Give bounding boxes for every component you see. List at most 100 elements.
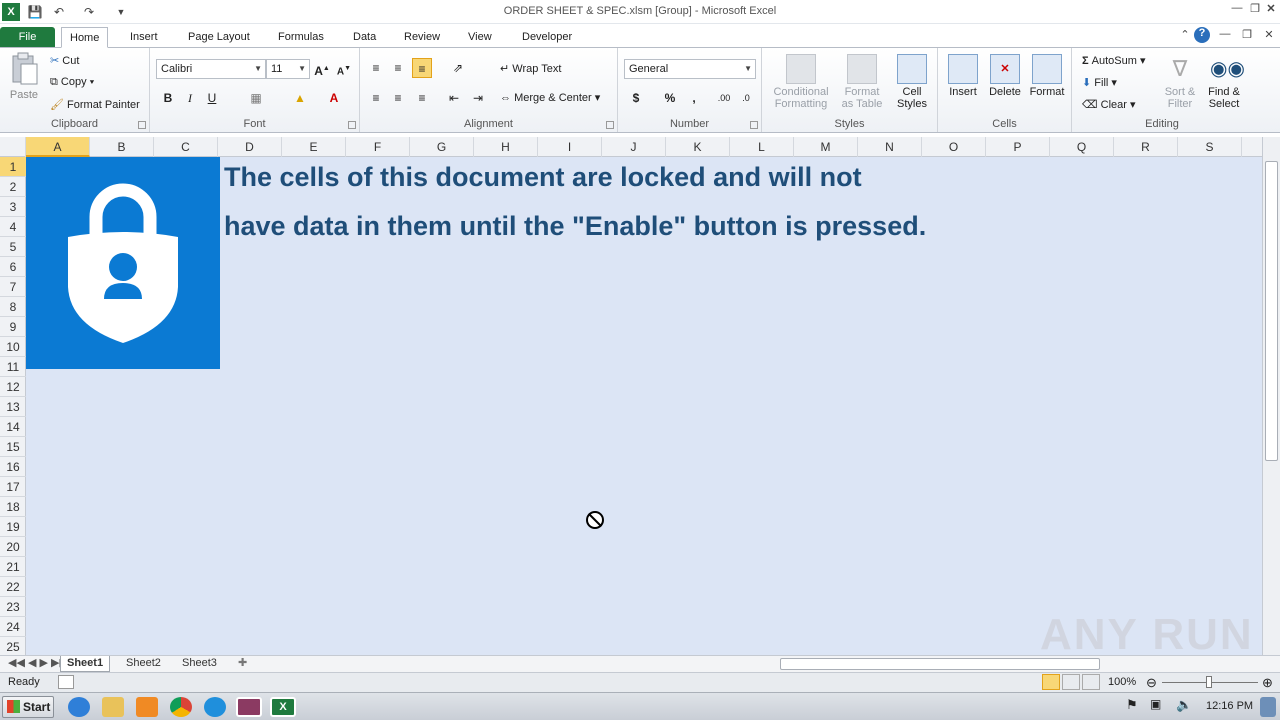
row-header[interactable]: 18 <box>0 497 26 517</box>
row-header[interactable]: 24 <box>0 617 26 637</box>
row-header[interactable]: 3 <box>0 197 26 217</box>
format-as-table-button[interactable]: Format as Table <box>836 52 888 110</box>
column-header[interactable]: N <box>858 137 922 157</box>
tab-review[interactable]: Review <box>396 27 448 48</box>
zoom-out-icon[interactable]: ⊖ <box>1146 675 1157 691</box>
row-header[interactable]: 14 <box>0 417 26 437</box>
sort-filter-button[interactable]: ∇ Sort & Filter <box>1160 52 1200 110</box>
insert-cells-button[interactable]: Insert <box>942 52 984 98</box>
row-header[interactable]: 12 <box>0 377 26 397</box>
merge-center-button[interactable]: ⇔ Merge & Center ▾ <box>500 91 600 104</box>
column-header[interactable]: L <box>730 137 794 157</box>
collapse-ribbon-icon[interactable]: ⌃ <box>1176 28 1194 44</box>
flag-icon[interactable]: ⚑ <box>1126 697 1142 717</box>
paste-button[interactable]: Paste <box>6 52 42 101</box>
tab-developer[interactable]: Developer <box>514 27 580 48</box>
edge-icon[interactable] <box>204 697 226 717</box>
format-painter-button[interactable]: 🖌 Format Painter <box>50 98 140 111</box>
sheet-tab-3[interactable]: Sheet3 <box>176 656 223 672</box>
align-right-icon[interactable]: ≡ <box>412 88 432 108</box>
row-header[interactable]: 4 <box>0 217 26 237</box>
clock[interactable]: 12:16 PM <box>1206 700 1253 712</box>
workbook-minimize-button[interactable]: — <box>1216 28 1234 44</box>
column-header[interactable]: P <box>986 137 1050 157</box>
minimize-button[interactable]: — <box>1228 2 1246 18</box>
align-center-icon[interactable]: ≡ <box>388 88 408 108</box>
column-header[interactable]: G <box>410 137 474 157</box>
column-header[interactable]: M <box>794 137 858 157</box>
font-family-select[interactable]: Calibri ▼ <box>156 59 266 79</box>
row-header[interactable]: 7 <box>0 277 26 297</box>
font-size-select[interactable]: 11 ▼ <box>266 59 310 79</box>
row-header[interactable]: 11 <box>0 357 26 377</box>
tab-data[interactable]: Data <box>345 27 384 48</box>
workbook-restore-button[interactable]: ❐ <box>1238 28 1256 44</box>
chrome-icon[interactable] <box>170 697 192 717</box>
vertical-scroll-thumb[interactable] <box>1265 161 1278 461</box>
column-header[interactable]: Q <box>1050 137 1114 157</box>
column-header[interactable]: J <box>602 137 666 157</box>
column-header[interactable]: C <box>154 137 218 157</box>
insert-sheet-icon[interactable]: ✚ <box>232 656 253 672</box>
copy-button[interactable]: ⧉ Copy ▾ <box>50 76 94 89</box>
select-all-corner[interactable] <box>0 137 26 157</box>
workbook-close-button[interactable]: ✕ <box>1260 28 1278 44</box>
close-button[interactable]: ✕ <box>1262 2 1280 18</box>
number-launcher-icon[interactable] <box>750 121 758 129</box>
row-header[interactable]: 13 <box>0 397 26 417</box>
normal-view-icon[interactable] <box>1042 674 1060 690</box>
zoom-level[interactable]: 100% <box>1108 676 1136 688</box>
column-header[interactable]: S <box>1178 137 1242 157</box>
zoom-slider-thumb[interactable] <box>1206 676 1212 688</box>
column-header[interactable]: I <box>538 137 602 157</box>
page-break-view-icon[interactable] <box>1082 674 1100 690</box>
sheet-tab-2[interactable]: Sheet2 <box>120 656 167 672</box>
cut-button[interactable]: ✂ Cut <box>50 54 79 67</box>
bold-icon[interactable]: B <box>158 88 178 108</box>
row-header[interactable]: 17 <box>0 477 26 497</box>
align-top-icon[interactable]: ≡ <box>366 58 386 78</box>
find-select-button[interactable]: ◉◉ Find & Select <box>1202 52 1246 110</box>
increase-indent-icon[interactable]: ⇥ <box>468 88 488 108</box>
cell-styles-button[interactable]: Cell Styles <box>890 52 934 110</box>
network-icon[interactable]: ▣ <box>1150 697 1166 717</box>
tab-file[interactable]: File <box>0 27 55 48</box>
align-left-icon[interactable]: ≡ <box>366 88 386 108</box>
help-icon[interactable]: ? <box>1194 27 1210 43</box>
zoom-in-icon[interactable]: ⊕ <box>1262 675 1273 691</box>
row-header[interactable]: 20 <box>0 537 26 557</box>
row-header[interactable]: 2 <box>0 177 26 197</box>
page-layout-view-icon[interactable] <box>1062 674 1080 690</box>
column-header[interactable]: H <box>474 137 538 157</box>
align-middle-icon[interactable]: ≡ <box>388 58 408 78</box>
underline-icon[interactable]: U <box>202 88 222 108</box>
increase-decimal-icon[interactable]: .00 <box>714 88 734 108</box>
media-player-icon[interactable] <box>136 697 158 717</box>
macro-record-icon[interactable] <box>58 675 74 689</box>
row-header[interactable]: 19 <box>0 517 26 537</box>
borders-icon[interactable]: ▦ <box>246 88 266 108</box>
decrease-indent-icon[interactable]: ⇤ <box>444 88 464 108</box>
tab-view[interactable]: View <box>460 27 500 48</box>
number-format-select[interactable]: General ▼ <box>624 59 756 79</box>
row-header[interactable]: 22 <box>0 577 26 597</box>
row-header[interactable]: 5 <box>0 237 26 257</box>
column-header[interactable]: D <box>218 137 282 157</box>
winrar-icon[interactable] <box>236 697 262 717</box>
fill-button[interactable]: ⬇ Fill ▾ <box>1082 76 1117 89</box>
tab-page-layout[interactable]: Page Layout <box>180 27 258 48</box>
column-header[interactable]: F <box>346 137 410 157</box>
volume-icon[interactable]: 🔈 <box>1176 697 1192 717</box>
orientation-icon[interactable]: ⇗ <box>448 58 468 78</box>
percent-icon[interactable]: % <box>660 88 680 108</box>
vertical-scrollbar[interactable] <box>1262 137 1280 655</box>
grow-font-icon[interactable]: A▲ <box>312 59 332 79</box>
currency-icon[interactable]: $ <box>626 88 646 108</box>
column-header[interactable]: E <box>282 137 346 157</box>
horizontal-scroll-thumb[interactable] <box>780 658 1100 670</box>
clear-button[interactable]: ⌫ Clear ▾ <box>1082 98 1136 111</box>
clipboard-launcher-icon[interactable] <box>138 121 146 129</box>
italic-icon[interactable]: I <box>180 88 200 108</box>
wrap-text-button[interactable]: ↵ Wrap Text <box>500 62 561 75</box>
shrink-font-icon[interactable]: A▼ <box>334 59 354 79</box>
